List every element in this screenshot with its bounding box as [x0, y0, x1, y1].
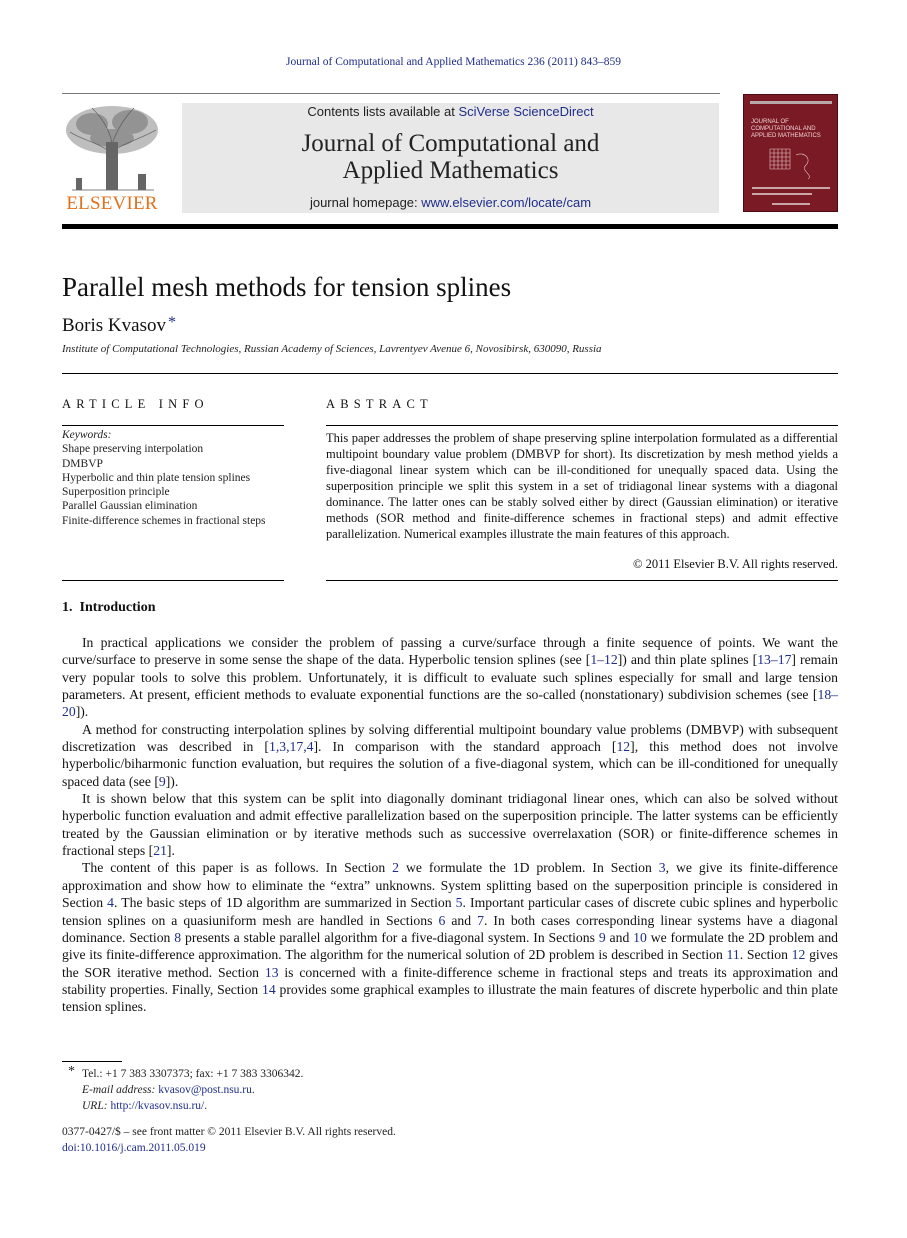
url-label: URL: — [82, 1100, 108, 1112]
cover-top-band — [750, 101, 832, 104]
abstract-bottom-rule — [326, 580, 838, 581]
journal-homepage-line: journal homepage: www.elsevier.com/locat… — [182, 195, 719, 210]
footnote-rule — [62, 1061, 122, 1062]
abstract-rule — [326, 425, 838, 426]
paragraph-text: ]. — [166, 843, 175, 859]
reference-link[interactable]: 5 — [456, 895, 463, 910]
issn-line: 0377-0427/$ – see front matter © 2011 El… — [62, 1126, 396, 1138]
article-info-rule — [62, 425, 284, 426]
masthead-top-rule — [62, 93, 720, 94]
reference-link[interactable]: 14 — [262, 982, 276, 997]
article-info-bottom-rule — [62, 580, 284, 581]
reference-link[interactable]: 11 — [727, 947, 740, 962]
paragraph-text: and — [445, 912, 478, 928]
elsevier-wordmark: ELSEVIER — [66, 193, 158, 214]
paragraph-text: and — [605, 929, 634, 945]
reference-link[interactable]: 10 — [633, 930, 647, 945]
contents-availability-line: Contents lists available at SciVerse Sci… — [182, 104, 719, 119]
homepage-prefix: journal homepage: — [309, 195, 422, 210]
journal-cover-thumbnail[interactable]: JOURNAL OF COMPUTATIONAL AND APPLIED MAT… — [743, 94, 838, 212]
keyword-item: Superposition principle — [62, 486, 170, 499]
masthead-bottom-rule — [62, 224, 838, 229]
footnote-contact-line: Tel.: +1 7 383 3307373; fax: +1 7 383 33… — [82, 1068, 304, 1080]
abstract-text: This paper addresses the problem of shap… — [326, 431, 838, 541]
contents-prefix: Contents lists available at — [307, 104, 459, 119]
reference-link[interactable]: 21 — [153, 843, 167, 858]
paragraph-text: . Section — [739, 947, 792, 963]
author-footnote-mark[interactable]: * — [168, 314, 176, 331]
email-label: E-mail address: — [82, 1084, 156, 1096]
author-line: Boris Kvasov * — [62, 314, 176, 337]
section-title: Introduction — [79, 600, 156, 615]
reference-link[interactable]: 4 — [107, 895, 114, 910]
author-name: Boris Kvasov — [62, 315, 166, 336]
footnote-email-line: E-mail address: kvasov@post.nsu.ru. — [82, 1084, 255, 1096]
reference-link[interactable]: 12 — [792, 947, 806, 962]
paragraph-text: presents a stable parallel algorithm for… — [181, 929, 599, 945]
keyword-item: DMBVP — [62, 457, 103, 470]
footnote-mark: * — [68, 1064, 75, 1079]
reference-link[interactable]: 3 — [659, 860, 666, 875]
doi-link[interactable]: doi:10.1016/j.cam.2011.05.019 — [62, 1140, 396, 1156]
author-footnote: * Tel.: +1 7 383 3307373; fax: +1 7 383 … — [62, 1064, 304, 1114]
reference-link[interactable]: 2 — [392, 860, 399, 875]
reference-link[interactable]: 1,3,17,4 — [269, 739, 313, 754]
reference-link[interactable]: 1–12 — [590, 652, 617, 667]
paragraph-text: The content of this paper is as follows.… — [82, 860, 393, 876]
cover-grid-figure-icon — [769, 148, 810, 180]
cover-text-line — [752, 187, 830, 189]
body-paragraph: In practical applications we consider th… — [62, 634, 838, 721]
section-heading-introduction: 1. Introduction — [62, 600, 155, 616]
reference-link[interactable]: 9 — [599, 930, 606, 945]
homepage-url-link[interactable]: http://kvasov.nsu.ru/ — [110, 1100, 204, 1112]
reference-link[interactable]: 7 — [477, 913, 484, 928]
reference-link[interactable]: 13 — [265, 965, 279, 980]
journal-name: Journal of Computational and Applied Mat… — [301, 130, 600, 184]
keywords-list: Keywords: Shape preserving interpolation… — [62, 428, 284, 528]
keyword-item: Parallel Gaussian elimination — [62, 500, 198, 513]
paragraph-text: . The basic steps of 1D algorithm are su… — [114, 895, 456, 911]
keyword-item: Finite-difference schemes in fractional … — [62, 514, 266, 527]
keyword-item: Shape preserving interpolation — [62, 443, 204, 456]
introduction-body: In practical applications we consider th… — [62, 634, 838, 1016]
paragraph-text: It is shown below that this system can b… — [62, 791, 838, 859]
paragraph-text: ]) and thin plate splines [ — [617, 652, 758, 668]
running-head-citation[interactable]: Journal of Computational and Applied Mat… — [0, 56, 907, 68]
cover-text-line — [752, 193, 812, 195]
keywords-label: Keywords: — [62, 429, 112, 441]
footnote-url-line: URL: http://kvasov.nsu.ru/. — [82, 1100, 208, 1112]
paragraph-text: ]. In comparison with the standard appro… — [313, 739, 617, 755]
front-matter: 0377-0427/$ – see front matter © 2011 El… — [62, 1124, 396, 1156]
article-title: Parallel mesh methods for tension spline… — [62, 272, 512, 302]
sciencedirect-link[interactable]: SciVerse ScienceDirect — [458, 104, 593, 119]
paragraph-text: ]). — [165, 773, 179, 789]
title-block-rule — [62, 373, 838, 374]
cover-title: JOURNAL OF COMPUTATIONAL AND APPLIED MAT… — [751, 119, 821, 139]
section-number: 1. — [62, 600, 73, 615]
article-info-heading: ARTICLE INFO — [62, 397, 209, 411]
paragraph-text: ]). — [75, 704, 89, 720]
author-affiliation: Institute of Computational Technologies,… — [62, 343, 602, 355]
abstract-copyright: © 2011 Elsevier B.V. All rights reserved… — [633, 557, 838, 571]
reference-link[interactable]: 9 — [159, 774, 166, 789]
reference-link[interactable]: 13–17 — [757, 652, 791, 667]
body-paragraph: The content of this paper is as follows.… — [62, 859, 838, 1015]
abstract-heading: ABSTRACT — [326, 397, 433, 411]
cover-text-line — [772, 203, 810, 205]
body-paragraph: A method for constructing interpolation … — [62, 721, 838, 790]
email-link[interactable]: kvasov@post.nsu.ru — [158, 1084, 252, 1096]
journal-homepage-link[interactable]: www.elsevier.com/locate/cam — [421, 195, 591, 210]
paragraph-text: we formulate the 1D problem. In Section — [399, 860, 659, 876]
reference-link[interactable]: 12 — [616, 739, 630, 754]
body-paragraph: It is shown below that this system can b… — [62, 790, 838, 859]
keyword-item: Hyperbolic and thin plate tension spline… — [62, 471, 251, 484]
